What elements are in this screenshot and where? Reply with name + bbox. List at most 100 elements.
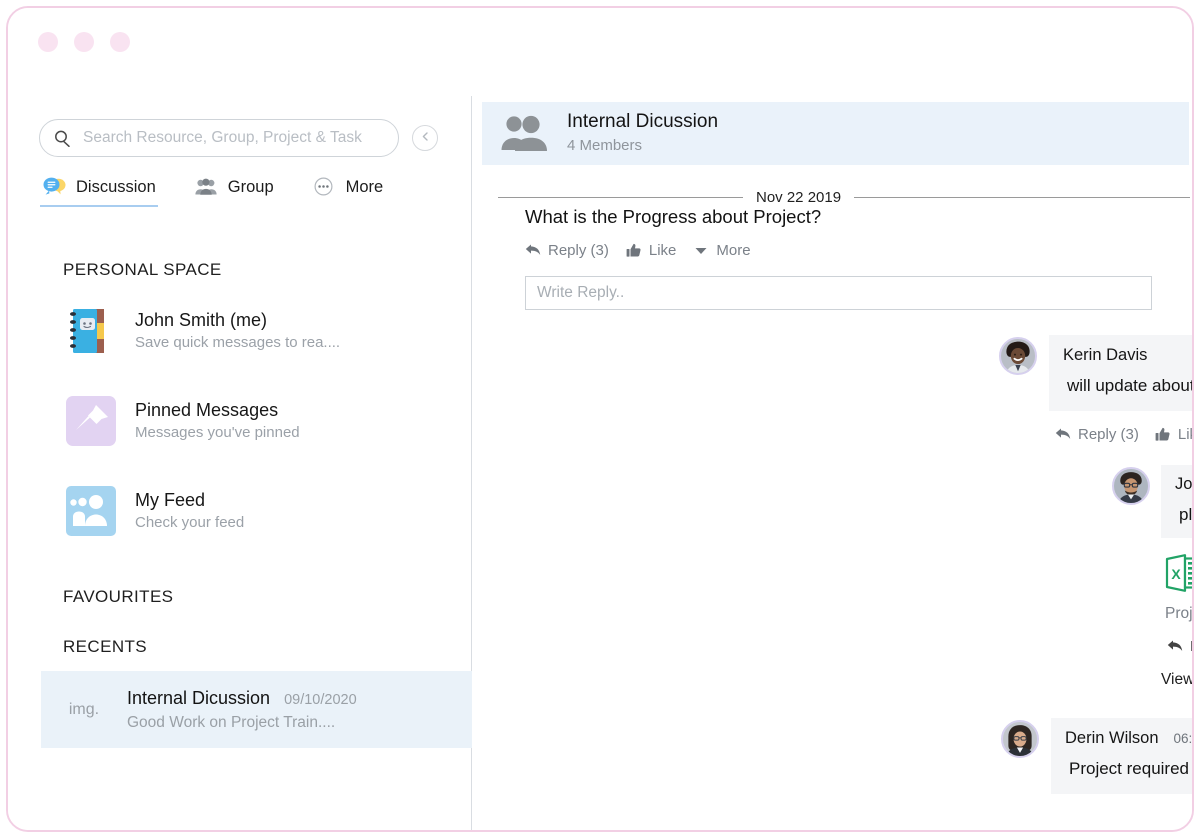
- root-like-button[interactable]: Like: [626, 242, 677, 259]
- group-avatar-icon: [501, 114, 551, 154]
- nested-reply-john-smith: John Smith please use following attachme…: [1112, 465, 1193, 689]
- window-controls: [38, 32, 130, 52]
- recent-item-internal-dicussion[interactable]: img. Internal Dicussion 09/10/2020 Good …: [41, 671, 478, 748]
- group-header: Internal Dicussion 4 Members: [482, 102, 1189, 165]
- message-like-label: Like(2): [1177, 426, 1192, 443]
- sidebar-item-my-feed[interactable]: My Feed Check your feed: [63, 480, 443, 542]
- recent-item-date: 09/10/2020: [284, 691, 357, 708]
- kerin-davis-avatar[interactable]: [999, 337, 1037, 375]
- sidebar-item-john-smith[interactable]: John Smith (me) Save quick messages to r…: [63, 300, 443, 362]
- root-post-actions: Reply (3) Like More: [525, 242, 1185, 259]
- avatar-wrap: [1001, 718, 1039, 794]
- chat-bubble-icon: [42, 176, 66, 198]
- maximize-dot[interactable]: [110, 32, 130, 52]
- sidebar-item-text: My Feed Check your feed: [135, 488, 244, 535]
- sidebar: Discussion Group: [8, 96, 478, 830]
- section-recents: RECENTS: [63, 637, 148, 656]
- message-body: Derin Wilson 06:12 PM Project required m…: [1051, 718, 1193, 794]
- sidebar-item-text: Pinned Messages Messages you've pinned: [135, 398, 300, 445]
- message-reply-label: Reply (3): [1078, 426, 1139, 443]
- close-dot[interactable]: [38, 32, 58, 52]
- sidebar-item-text: John Smith (me) Save quick messages to r…: [135, 308, 340, 355]
- search-row: [39, 119, 438, 157]
- reply-arrow-icon: [1055, 427, 1071, 442]
- message-reply-button[interactable]: Reply (3): [1055, 426, 1139, 443]
- message-text: Project required more resources so pleas…: [1069, 759, 1192, 778]
- nested-message-actions: Reply Like (2) Nov 20 2019 05:55 PM: [1161, 638, 1192, 655]
- date-divider: Nov 22 2019: [498, 189, 1190, 206]
- root-reply-label: Reply (3): [548, 242, 609, 259]
- sidebar-item-title: My Feed: [135, 489, 206, 510]
- message-like-button[interactable]: Like(2): [1155, 426, 1192, 443]
- avatar-wrap: [1112, 465, 1150, 689]
- conversation-panel: Internal Dicussion 4 Members Nov 22 2019…: [472, 96, 1194, 830]
- title-bar: [8, 8, 1192, 96]
- message-bubble: Derin Wilson 06:12 PM Project required m…: [1051, 718, 1193, 794]
- sidebar-collapse-button[interactable]: [412, 125, 438, 151]
- tab-more-label: More: [345, 177, 384, 196]
- group-header-text: Internal Dicussion 4 Members: [567, 110, 718, 157]
- message-author: Derin Wilson: [1065, 729, 1159, 747]
- root-reply-button[interactable]: Reply (3): [525, 242, 609, 259]
- message-author: Kerin Davis: [1063, 346, 1148, 364]
- section-personal-space: PERSONAL SPACE: [63, 260, 222, 279]
- search-icon: [54, 130, 71, 147]
- root-like-label: Like: [648, 242, 677, 259]
- tab-more[interactable]: More: [312, 176, 384, 207]
- message-timestamp: 06:12 PM: [1173, 731, 1193, 746]
- recent-item-preview: Good Work on Project Train....: [127, 713, 336, 731]
- message-bubble: Kerin Davis will update about project pr…: [1049, 335, 1194, 411]
- write-reply-box[interactable]: [525, 276, 1152, 310]
- message-text: will update about project progress by en…: [1067, 376, 1194, 395]
- tab-group[interactable]: Group: [194, 176, 274, 207]
- root-more-label: More: [716, 242, 751, 259]
- message-kerin-davis: Kerin Davis will update about project pr…: [999, 335, 1194, 689]
- caret-down-icon: [693, 243, 709, 258]
- view-more-replies-link[interactable]: View more 2 replies...: [1161, 671, 1192, 689]
- minimize-dot[interactable]: [74, 32, 94, 52]
- message-actions: Reply (3) Like(2) Nov 20 2019 05:52 PM: [1049, 426, 1192, 443]
- section-favourites: FAVOURITES: [63, 587, 174, 606]
- sidebar-tabs: Discussion Group More: [40, 176, 384, 207]
- write-reply-input[interactable]: [537, 284, 1140, 302]
- tab-discussion[interactable]: Discussion: [40, 176, 158, 207]
- pin-icon: [63, 393, 119, 449]
- search-box[interactable]: [39, 119, 399, 157]
- nested-message-text: please use following attachment for upda…: [1179, 505, 1193, 524]
- reply-arrow-icon: [1167, 639, 1183, 654]
- people-group-icon: [194, 176, 218, 198]
- root-post-text: What is the Progress about Project?: [525, 206, 822, 227]
- recent-item-header: Internal Dicussion 09/10/2020: [127, 688, 462, 709]
- root-more-button[interactable]: More: [693, 242, 751, 259]
- excel-file-icon: X: [1165, 552, 1192, 594]
- john-smith-avatar[interactable]: [1112, 467, 1150, 505]
- avatar-wrap: [999, 335, 1037, 689]
- svg-text:X: X: [1171, 566, 1181, 582]
- root-post: What is the Progress about Project? Repl…: [525, 206, 1185, 310]
- message-derin-wilson: Derin Wilson 06:12 PM Project required m…: [1001, 718, 1193, 794]
- nested-message-author: John Smith: [1175, 475, 1193, 493]
- sidebar-item-subtitle: Messages you've pinned: [135, 423, 300, 441]
- tab-discussion-label: Discussion: [76, 177, 156, 196]
- group-member-count: 4 Members: [567, 136, 643, 154]
- derin-wilson-avatar[interactable]: [1001, 720, 1039, 758]
- attachment-block[interactable]: X Project Progress xls: [1161, 552, 1192, 623]
- ellipsis-circle-icon: [312, 176, 336, 198]
- recent-item-body: Internal Dicussion 09/10/2020 Good Work …: [127, 688, 478, 732]
- sidebar-item-title: John Smith (me): [135, 309, 268, 330]
- chevron-left-icon: [420, 129, 431, 147]
- thumbs-up-icon: [1155, 427, 1171, 442]
- nested-message-bubble: John Smith please use following attachme…: [1161, 465, 1193, 538]
- sidebar-item-title: Pinned Messages: [135, 399, 279, 420]
- sidebar-item-pinned-messages[interactable]: Pinned Messages Messages you've pinned: [63, 390, 443, 452]
- sidebar-item-subtitle: Check your feed: [135, 513, 245, 531]
- app-body: Discussion Group: [8, 96, 1194, 830]
- divider-line-right: [854, 197, 1190, 198]
- thumbs-up-icon: [626, 243, 642, 258]
- app-window: Discussion Group: [6, 6, 1194, 832]
- reply-arrow-icon: [525, 243, 541, 258]
- feed-people-icon: [63, 483, 119, 539]
- search-input[interactable]: [83, 129, 384, 147]
- nested-message-body: John Smith please use following attachme…: [1161, 465, 1193, 689]
- nested-reply-button[interactable]: Reply: [1167, 638, 1192, 655]
